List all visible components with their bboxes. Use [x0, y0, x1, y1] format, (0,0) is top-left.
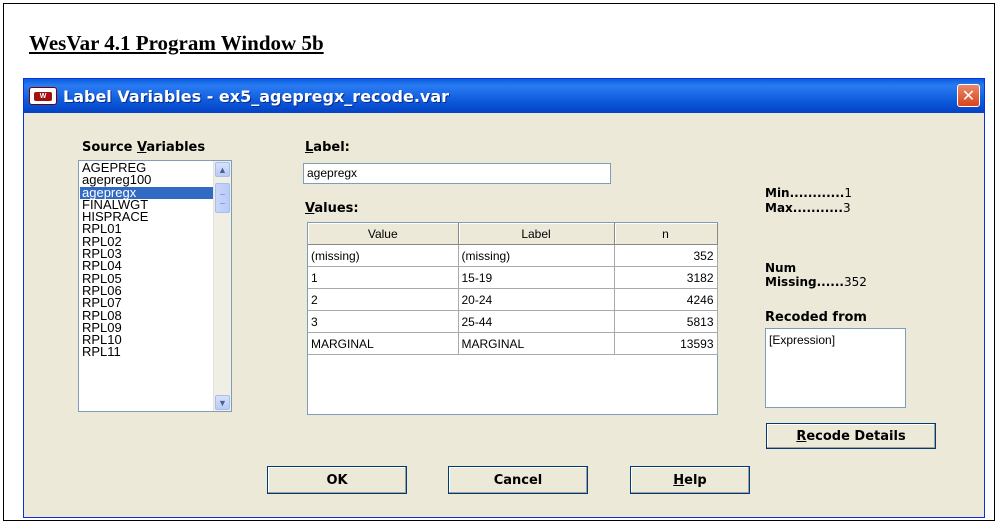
cell-value[interactable]: (missing)	[308, 244, 459, 267]
table-row[interactable]: 1 15-19 3182	[308, 266, 718, 289]
cell-n: 5813	[614, 310, 718, 333]
cell-label[interactable]: 15-19	[458, 266, 615, 289]
cell-value[interactable]: 1	[308, 266, 459, 289]
cancel-button[interactable]: Cancel	[448, 466, 588, 494]
cell-label[interactable]: 25-44	[458, 310, 615, 333]
list-item[interactable]: RPL11	[80, 345, 214, 358]
cell-value[interactable]: 3	[308, 310, 459, 333]
scroll-down-icon[interactable]: ▼	[215, 395, 230, 410]
cell-n: 3182	[614, 266, 718, 289]
cell-n: 13593	[614, 332, 718, 355]
table-row[interactable]: MARGINAL MARGINAL 13593	[308, 332, 718, 355]
document-title: WesVar 4.1 Program Window 5b	[29, 31, 324, 55]
table-row[interactable]: (missing) (missing) 352	[308, 244, 718, 267]
missing-label: Missing	[765, 275, 817, 289]
close-icon[interactable]: ✕	[957, 84, 980, 107]
cell-n: 4246	[614, 288, 718, 311]
column-header-label[interactable]: Label	[458, 223, 615, 245]
values-label: Values:	[305, 201, 359, 216]
cell-value[interactable]: MARGINAL	[308, 332, 459, 355]
cell-n: 352	[614, 244, 718, 267]
label-field-label: Label:	[305, 140, 350, 155]
wesvar-app-icon: W	[29, 87, 57, 105]
cell-label[interactable]: (missing)	[458, 244, 615, 267]
values-grid-header: Value Label n	[308, 223, 718, 245]
column-header-value[interactable]: Value	[308, 223, 459, 245]
max-label: Max	[765, 201, 793, 215]
scroll-up-icon[interactable]: ▲	[215, 162, 230, 177]
recode-details-button[interactable]: Recode Details	[766, 423, 936, 449]
list-scrollbar[interactable]: ▲ ▼	[213, 161, 231, 411]
help-button[interactable]: Help	[630, 466, 750, 494]
source-variables-items: AGEPREG agepreg100 agepregx FINALWGT HISPRAC…	[80, 161, 214, 359]
recoded-from-label: Recoded from	[765, 310, 867, 325]
min-value: 1	[844, 186, 852, 200]
max-value: 3	[842, 201, 851, 215]
window-title: Label Variables - ex5_agepregx_recode.va…	[63, 86, 450, 106]
recoded-from-box: [Expression]	[765, 328, 906, 408]
num-missing-stat: Num Missing......352	[765, 261, 867, 289]
max-stat: Max...........3	[765, 201, 851, 215]
min-label: Min	[765, 186, 790, 200]
min-stat: Min............1	[765, 186, 852, 200]
ok-button[interactable]: OK	[267, 466, 407, 494]
source-variables-list[interactable]: AGEPREG agepreg100 agepregx FINALWGT HISPRAC…	[78, 160, 232, 412]
missing-value: 352	[843, 275, 867, 289]
label-variables-dialog: W Label Variables - ex5_agepregx_recode.…	[23, 78, 985, 518]
column-header-n[interactable]: n	[614, 223, 718, 245]
source-variables-label: Source Variables	[82, 140, 206, 155]
label-input[interactable]: agepregx	[303, 163, 611, 184]
num-label: Num	[765, 261, 797, 275]
cell-label[interactable]: MARGINAL	[458, 332, 615, 355]
cell-value[interactable]: 2	[308, 288, 459, 311]
title-bar[interactable]: W Label Variables - ex5_agepregx_recode.…	[24, 79, 984, 113]
values-grid[interactable]: Value Label n (missing) (missing) 352 1 …	[307, 222, 718, 415]
scroll-thumb[interactable]	[215, 183, 230, 213]
table-row[interactable]: 2 20-24 4246	[308, 288, 718, 311]
table-row[interactable]: 3 25-44 5813	[308, 310, 718, 333]
cell-label[interactable]: 20-24	[458, 288, 615, 311]
